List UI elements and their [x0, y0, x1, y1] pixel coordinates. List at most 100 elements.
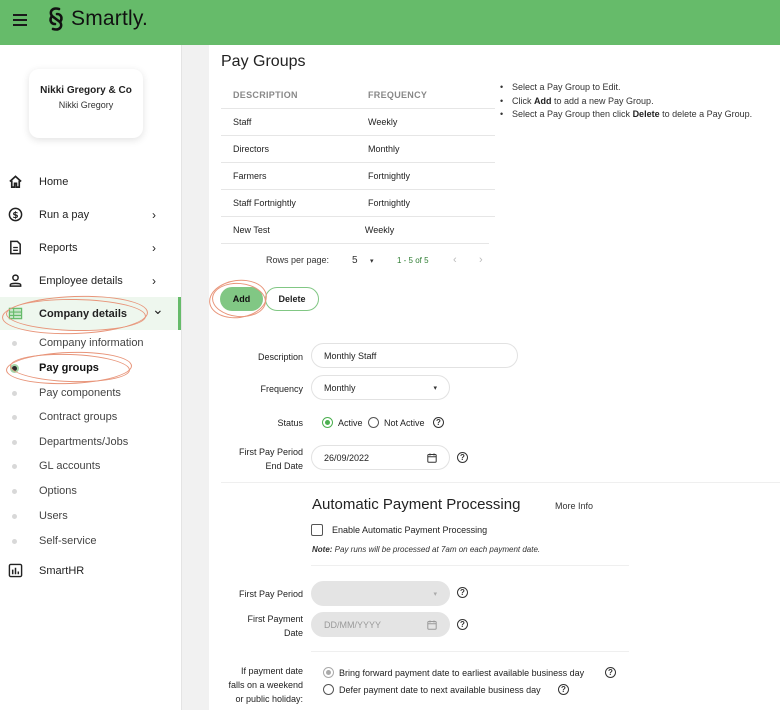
bring-forward-label[interactable]: Bring forward payment date to earliest a…: [339, 668, 584, 678]
sidebar-subitem-pay-groups[interactable]: Pay groups: [0, 356, 181, 380]
status-active-label[interactable]: Active: [338, 418, 363, 428]
bullet-icon: [12, 488, 17, 494]
question-circle-icon[interactable]: ?: [457, 452, 468, 463]
label-line: falls on a weekend: [228, 680, 303, 690]
sidebar-item-label: Employee details: [39, 274, 123, 287]
cell-frequency: Weekly: [368, 117, 398, 127]
table-grid-icon: [8, 307, 23, 320]
table-row[interactable]: Farmers Fortnightly: [221, 163, 495, 190]
company-name: Nikki Gregory & Co: [40, 85, 132, 96]
first-pay-period-end-date-input[interactable]: 26/09/2022: [311, 445, 450, 470]
first-pay-period-label: First Pay Period: [238, 589, 303, 599]
table-row[interactable]: Staff Weekly: [221, 109, 495, 136]
question-circle-icon[interactable]: ?: [457, 587, 468, 598]
column-header-frequency[interactable]: FREQUENCY: [368, 90, 495, 100]
help-text: Select a Pay Group then click: [512, 109, 633, 119]
table-row[interactable]: Directors Monthly: [221, 136, 495, 163]
weekend-holiday-label: If payment date falls on a weekend or pu…: [203, 664, 303, 706]
sidebar-subitem-contract-groups[interactable]: Contract groups: [0, 405, 181, 429]
sidebar-subitem-label: Contract groups: [39, 411, 118, 423]
first-pay-period-end-date-value: 26/09/2022: [324, 452, 370, 463]
note-text: Pay runs will be processed at 7am on eac…: [332, 545, 541, 554]
sidebar-item-company-details[interactable]: Company details ⌄: [0, 297, 181, 330]
sidebar-subitem-label: Pay groups: [39, 362, 99, 374]
description-input[interactable]: Monthly Staff: [311, 343, 518, 368]
table-row[interactable]: New Test Weekly: [221, 217, 489, 244]
sidebar: Nikki Gregory & Co Nikki Gregory Home $ …: [0, 45, 181, 710]
hamburger-icon[interactable]: [13, 14, 27, 26]
enable-auto-payment-label[interactable]: Enable Automatic Payment Processing: [332, 525, 487, 535]
description-value: Monthly Staff: [324, 350, 377, 361]
sidebar-subitem-company-information[interactable]: Company information: [0, 331, 181, 355]
sidebar-item-home[interactable]: Home: [0, 165, 181, 198]
cell-frequency: Monthly: [368, 144, 400, 154]
defer-payment-radio[interactable]: [323, 684, 334, 695]
svg-text:$: $: [12, 211, 18, 221]
sidebar-item-label: Company details: [39, 307, 128, 320]
help-item: Select a Pay Group then click Delete to …: [500, 109, 752, 119]
help-text: Click: [512, 95, 534, 106]
first-payment-date-input[interactable]: DD/MM/YYYY: [311, 612, 450, 637]
document-icon: [10, 240, 21, 255]
sidebar-subitem-gl-accounts[interactable]: GL accounts: [0, 454, 181, 478]
column-header-description[interactable]: DESCRIPTION: [221, 90, 368, 100]
add-button[interactable]: Add: [220, 287, 263, 311]
bring-forward-radio[interactable]: [323, 667, 334, 678]
sidebar-subitem-departments-jobs[interactable]: Departments/Jobs: [0, 430, 181, 454]
enable-auto-payment-checkbox[interactable]: [311, 524, 323, 536]
person-icon: [9, 274, 22, 287]
label-line: If payment date: [240, 666, 303, 676]
sidebar-item-run-a-pay[interactable]: $ Run a pay ›: [0, 198, 181, 231]
sidebar-subitem-users[interactable]: Users: [0, 504, 181, 528]
page-title: Pay Groups: [221, 53, 306, 70]
calendar-icon[interactable]: [427, 620, 437, 630]
help-instructions: Select a Pay Group to Edit. Click Add to…: [500, 82, 752, 123]
chevron-right-icon: ›: [152, 273, 156, 288]
delete-button[interactable]: Delete: [265, 287, 319, 311]
chevron-right-icon: ›: [152, 207, 156, 222]
top-bar: Smartly.: [0, 0, 780, 45]
next-page-button[interactable]: ›: [479, 254, 483, 266]
question-circle-icon[interactable]: ?: [457, 619, 468, 630]
sidebar-subitem-self-service[interactable]: Self-service: [0, 529, 181, 553]
status-label: Status: [277, 418, 303, 428]
frequency-select[interactable]: Monthly ▾: [311, 375, 450, 400]
status-not-active-radio[interactable]: [368, 417, 379, 428]
sidebar-subitem-pay-components[interactable]: Pay components: [0, 381, 181, 405]
question-circle-icon[interactable]: ?: [558, 684, 569, 695]
previous-page-button[interactable]: ‹: [453, 254, 457, 266]
question-circle-icon[interactable]: ?: [605, 667, 616, 678]
first-pay-period-select[interactable]: ▾: [311, 581, 450, 606]
help-text: to add a new Pay Group.: [551, 95, 654, 106]
company-card[interactable]: Nikki Gregory & Co Nikki Gregory: [29, 69, 143, 138]
brand-logo[interactable]: Smartly.: [46, 6, 148, 32]
sidebar-item-reports[interactable]: Reports ›: [0, 231, 181, 264]
sidebar-subitem-label: Company information: [39, 337, 144, 349]
main-content: Pay Groups DESCRIPTION FREQUENCY Staff W…: [206, 45, 780, 710]
sidebar-item-employee-details[interactable]: Employee details ›: [0, 264, 181, 297]
status-not-active-label[interactable]: Not Active: [384, 418, 425, 428]
frequency-label: Frequency: [260, 384, 303, 394]
more-info-link[interactable]: More Info: [555, 501, 593, 511]
label-line: First Payment: [247, 614, 303, 624]
defer-payment-label[interactable]: Defer payment date to next available bus…: [339, 685, 541, 695]
table-row[interactable]: Staff Fortnightly Fortnightly: [221, 190, 495, 217]
caret-down-icon[interactable]: ▾: [370, 257, 374, 265]
question-circle-icon[interactable]: ?: [433, 417, 444, 428]
sidebar-subitem-options[interactable]: Options: [0, 479, 181, 503]
sidebar-item-smarthr[interactable]: SmartHR: [0, 554, 181, 587]
smartly-logo-icon: [49, 7, 63, 31]
bullet-icon: [12, 414, 17, 420]
auto-payment-note: Note: Pay runs will be processed at 7am …: [312, 545, 540, 554]
brand-name: Smartly.: [71, 7, 149, 30]
sidebar-item-label: Run a pay: [39, 208, 90, 221]
cell-frequency: Fortnightly: [368, 171, 411, 181]
note-bold: Note:: [312, 545, 333, 554]
cell-description: Staff Fortnightly: [233, 198, 296, 208]
calendar-icon[interactable]: [427, 453, 437, 463]
status-active-radio[interactable]: [322, 417, 333, 428]
cell-description: Farmers: [233, 171, 267, 181]
divider: [221, 482, 780, 483]
rows-per-page-select[interactable]: 5: [352, 255, 358, 266]
home-icon: [9, 175, 22, 188]
